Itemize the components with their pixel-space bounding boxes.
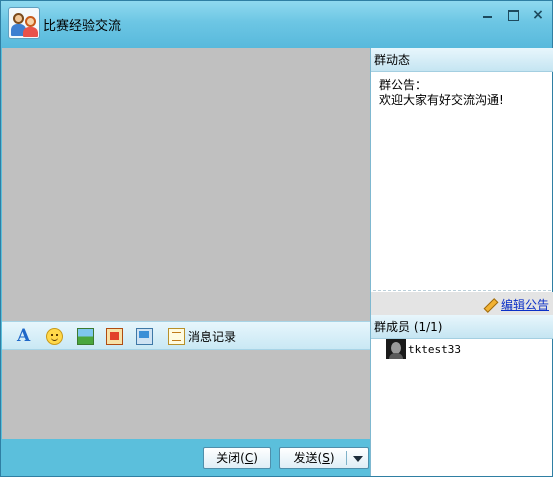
notice-edit-bar: 编辑公告 — [371, 292, 553, 315]
list-item[interactable]: tktest33 — [386, 339, 461, 359]
group-side-panel: 群动态 群公告： 欢迎大家有好交流沟通! 编辑公告 群成员 (1/1) tkte… — [370, 48, 553, 476]
title-bar[interactable]: 比赛经验交流 × — [1, 1, 552, 48]
history-label: 消息记录 — [188, 330, 237, 344]
group-notice: 群公告： 欢迎大家有好交流沟通! — [373, 73, 551, 291]
members-header: 群成员 (1/1) — [371, 315, 553, 339]
close-button-key: C — [244, 451, 254, 465]
close-button-label: 关闭 — [216, 451, 241, 465]
remote-assist-icon[interactable] — [136, 328, 153, 345]
window-title: 比赛经验交流 — [43, 19, 122, 34]
send-button[interactable]: 发送(S) — [279, 447, 369, 469]
send-button-label: 发送 — [293, 451, 318, 465]
edit-notice-label: 编辑公告 — [500, 298, 549, 312]
image-icon[interactable] — [77, 328, 94, 345]
group-dynamic-header: 群动态 — [371, 48, 553, 72]
screenshot-icon[interactable] — [106, 328, 123, 345]
send-button-key: S — [322, 451, 330, 465]
message-history-button[interactable]: 消息记录 — [168, 328, 236, 345]
chat-window: 比赛经验交流 × A 消息记录 关闭(C) 发送(S) 群动态 群公告： 欢迎大… — [0, 0, 553, 477]
maximize-icon[interactable] — [504, 7, 522, 23]
history-icon — [168, 328, 185, 345]
member-name: tktest33 — [408, 342, 461, 356]
minimize-icon[interactable] — [479, 7, 497, 23]
avatar — [386, 339, 406, 359]
button-bar: 关闭(C) 发送(S) — [2, 439, 370, 476]
close-icon[interactable]: × — [529, 7, 547, 23]
pencil-icon — [483, 298, 497, 312]
font-icon[interactable]: A — [17, 328, 34, 345]
message-input[interactable] — [2, 350, 370, 439]
group-avatar-icon[interactable] — [8, 7, 40, 39]
close-button[interactable]: 关闭(C) — [203, 447, 271, 469]
notice-text: 欢迎大家有好交流沟通! — [379, 93, 504, 107]
input-toolbar: A 消息记录 — [2, 321, 370, 350]
message-display-area[interactable] — [2, 48, 370, 321]
edit-notice-link[interactable]: 编辑公告 — [483, 296, 549, 313]
notice-title: 群公告： — [379, 78, 428, 92]
emoji-icon[interactable] — [46, 328, 63, 345]
send-options-dropdown-icon[interactable] — [353, 456, 363, 462]
